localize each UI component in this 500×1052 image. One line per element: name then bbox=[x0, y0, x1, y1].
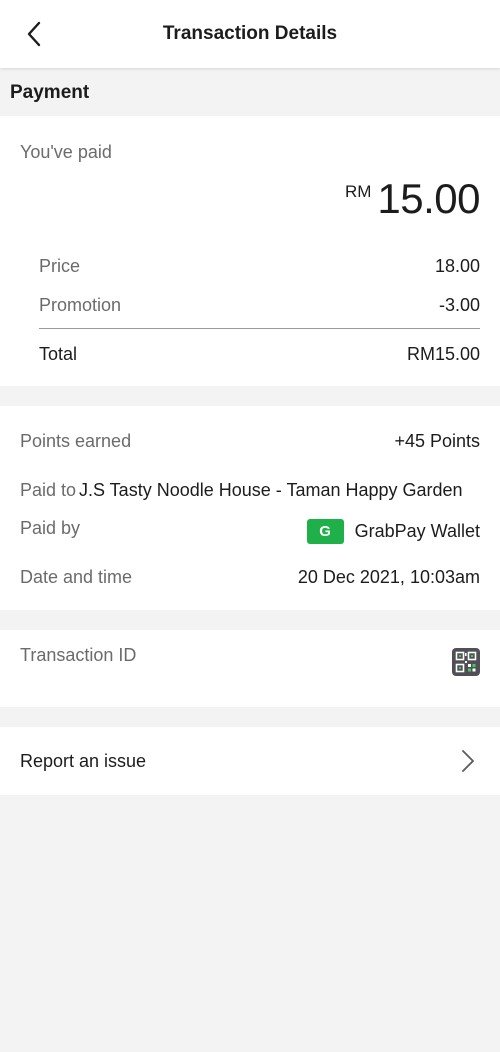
total-value: RM15.00 bbox=[406, 344, 480, 364]
grabpay-logo: G bbox=[306, 518, 344, 544]
promotion-value: -3.00 bbox=[438, 295, 480, 315]
promotion-label: Promotion bbox=[39, 295, 122, 315]
divider bbox=[39, 328, 480, 329]
total-label: Total bbox=[39, 344, 78, 364]
paid-by-label: Paid by bbox=[20, 518, 81, 538]
section-title: Payment bbox=[10, 82, 90, 103]
report-issue-row[interactable]: Report an issue bbox=[0, 727, 500, 795]
transaction-id-label: Transaction ID bbox=[20, 645, 137, 665]
section-header: Payment bbox=[0, 68, 500, 116]
datetime-value: 20 Dec 2021, 10:03am bbox=[297, 567, 480, 587]
amount-value: 15.00 bbox=[377, 175, 480, 222]
points-value: +45 Points bbox=[394, 431, 480, 451]
datetime-label: Date and time bbox=[20, 567, 133, 587]
payment-summary-card: You've paid RM 15.00 Price 18.00 Promoti… bbox=[0, 116, 500, 386]
transaction-id-card: Transaction ID bbox=[0, 630, 500, 707]
price-label: Price bbox=[39, 256, 81, 276]
points-label: Points earned bbox=[20, 431, 132, 451]
transaction-details-card: Points earned +45 Points Paid to J.S Tas… bbox=[0, 406, 500, 610]
top-app-bar: Transaction Details bbox=[0, 0, 500, 68]
payment-method: G GrabPay Wallet bbox=[306, 518, 480, 544]
wallet-name: GrabPay Wallet bbox=[354, 520, 480, 541]
qr-code-button[interactable] bbox=[452, 648, 480, 676]
paid-label: You've paid bbox=[20, 142, 112, 162]
qr-code-icon bbox=[455, 651, 477, 673]
price-value: 18.00 bbox=[434, 256, 480, 276]
paid-to-label: Paid to bbox=[20, 480, 77, 500]
report-issue-label: Report an issue bbox=[20, 751, 147, 771]
merchant-name: J.S Tasty Noodle House - Taman Happy Gar… bbox=[79, 480, 463, 500]
page-title: Transaction Details bbox=[162, 23, 338, 44]
chevron-right-icon bbox=[462, 750, 474, 772]
currency-label: RM bbox=[344, 182, 372, 201]
paid-amount: RM 15.00 bbox=[344, 174, 481, 224]
